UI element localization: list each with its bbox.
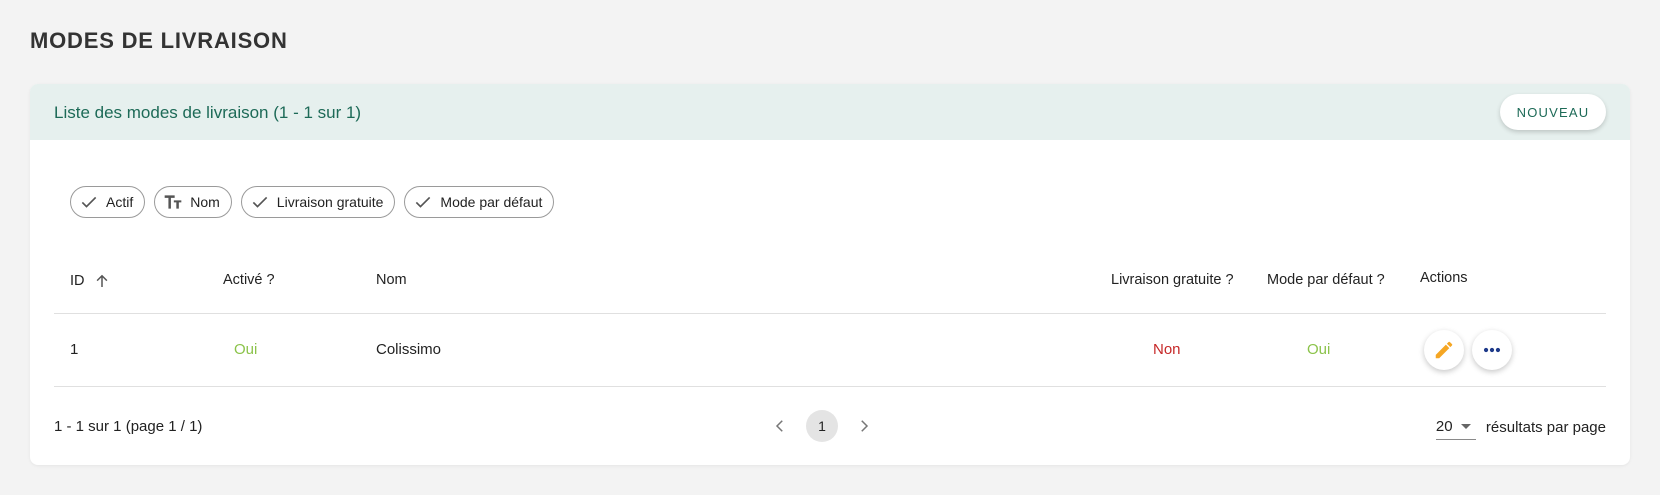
cell-id: 1 <box>70 341 79 358</box>
column-header-name[interactable]: Nom <box>376 272 407 288</box>
next-page-button[interactable] <box>850 412 878 440</box>
per-page-label: résultats par page <box>1485 418 1606 436</box>
card-header: Liste des modes de livraison (1 - 1 sur … <box>30 84 1630 140</box>
new-button[interactable]: NOUVEAU <box>1500 94 1606 130</box>
column-header-actions: Actions <box>1420 270 1468 286</box>
column-header-label: Mode par défaut ? <box>1267 272 1385 288</box>
cell-default-mode: Oui <box>1307 341 1331 358</box>
cell-active: Oui <box>234 341 258 358</box>
previous-page-button[interactable] <box>766 412 794 440</box>
more-horizontal-icon <box>1483 347 1501 353</box>
filter-chips: Actif Nom Livraison gratuite Mode par dé… <box>70 186 555 218</box>
text-format-icon <box>162 191 184 213</box>
column-header-active[interactable]: Activé ? <box>223 272 275 288</box>
table-footer: 1 - 1 sur 1 (page 1 / 1) 1 20 résultats … <box>54 406 1606 446</box>
filter-chip-label: Nom <box>190 194 220 210</box>
table-header: ID Activé ? Nom Livraison gratuite ? Mod… <box>54 254 1606 314</box>
column-header-label: ID <box>70 273 85 289</box>
filter-chip-mode-par-defaut[interactable]: Mode par défaut <box>404 186 555 218</box>
column-header-label: Activé ? <box>223 272 275 288</box>
page-title: MODES DE LIVRAISON <box>30 28 288 53</box>
filter-chip-label: Mode par défaut <box>440 194 543 210</box>
caret-down-icon <box>1460 424 1471 429</box>
delivery-modes-card: Liste des modes de livraison (1 - 1 sur … <box>30 84 1630 465</box>
column-header-label: Nom <box>376 272 407 288</box>
cell-free-delivery: Non <box>1153 341 1181 358</box>
pagination: 1 <box>766 410 878 442</box>
filter-chip-actif[interactable]: Actif <box>70 186 146 218</box>
column-header-default-mode[interactable]: Mode par défaut ? <box>1267 272 1385 288</box>
delivery-modes-table: ID Activé ? Nom Livraison gratuite ? Mod… <box>54 254 1606 387</box>
edit-button[interactable] <box>1424 330 1464 370</box>
results-count: 1 - 1 sur 1 (page 1 / 1) <box>54 418 203 435</box>
check-icon <box>78 191 100 213</box>
column-header-free-delivery[interactable]: Livraison gratuite ? <box>1111 272 1234 288</box>
filter-chip-label: Livraison gratuite <box>276 194 384 210</box>
per-page-value: 20 <box>1435 418 1453 435</box>
column-header-label: Livraison gratuite ? <box>1111 272 1234 288</box>
filter-chip-livraison-gratuite[interactable]: Livraison gratuite <box>240 186 396 218</box>
chevron-left-icon <box>775 420 783 432</box>
column-header-label: Actions <box>1420 270 1468 286</box>
filter-chip-label: Actif <box>106 194 134 210</box>
per-page-control: 20 résultats par page <box>1435 414 1606 440</box>
more-actions-button[interactable] <box>1472 330 1512 370</box>
check-icon <box>249 191 271 213</box>
column-header-id[interactable]: ID <box>70 272 111 290</box>
table-row: 1 Oui Colissimo Non Oui <box>54 314 1606 387</box>
per-page-select[interactable]: 20 <box>1435 414 1476 440</box>
page-number-button[interactable]: 1 <box>806 410 838 442</box>
cell-name: Colissimo <box>376 341 442 358</box>
arrow-up-icon[interactable] <box>93 272 111 290</box>
card-header-title: Liste des modes de livraison (1 - 1 sur … <box>54 103 362 122</box>
check-icon <box>412 191 434 213</box>
filter-chip-nom[interactable]: Nom <box>154 186 232 218</box>
pencil-icon <box>1435 341 1453 359</box>
chevron-right-icon <box>861 420 869 432</box>
